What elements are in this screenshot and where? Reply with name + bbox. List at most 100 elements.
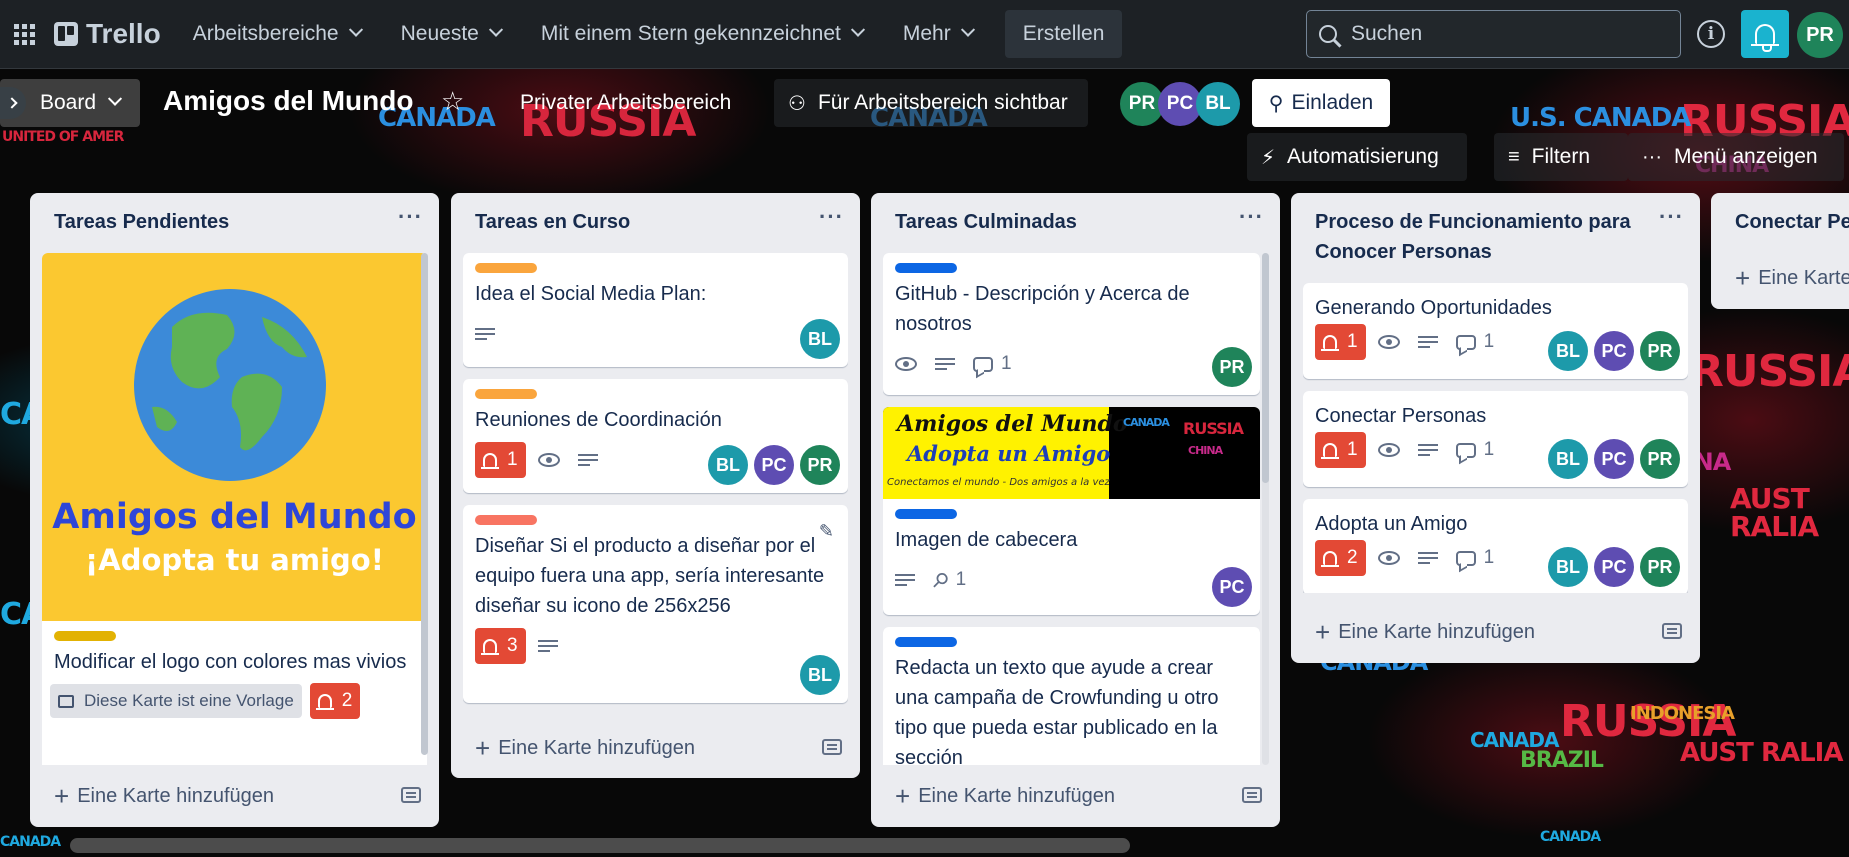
list-menu-icon[interactable]: ··· xyxy=(398,206,423,237)
account-avatar[interactable]: PR xyxy=(1797,12,1843,58)
list-title[interactable]: Tareas en Curso xyxy=(475,207,630,237)
list-proceso-funcionamiento: Proceso de Funcionamiento para Conocer P… xyxy=(1291,193,1700,663)
attachment-badge: ⚲ 1 xyxy=(927,567,966,593)
cover-subtitle: Adopta un Amigo xyxy=(907,441,1111,466)
eye-icon xyxy=(1377,335,1400,349)
list-menu-icon[interactable]: ··· xyxy=(1239,206,1264,237)
list-scrollbar[interactable] xyxy=(421,253,428,755)
list-title[interactable]: Conectar Personas xyxy=(1735,207,1849,237)
board-title[interactable]: Amigos del Mundo xyxy=(163,85,413,117)
card-title: Diseñar Si el producto a diseñar por el … xyxy=(475,535,825,617)
card-social-media-plan[interactable]: Idea el Social Media Plan: BL xyxy=(463,253,848,367)
card-label[interactable] xyxy=(54,631,116,641)
card-disenar-icono[interactable]: ✎ Diseñar Si el producto a diseñar por e… xyxy=(463,505,848,703)
bell-icon xyxy=(1321,335,1339,351)
card-conectar-personas[interactable]: Conectar Personas 1 1 BL PC PR xyxy=(1303,391,1688,487)
nav-more-menu[interactable]: Mehr xyxy=(889,10,987,58)
card-label[interactable] xyxy=(475,263,537,273)
card-title: Modificar el logo con colores mas vivios xyxy=(54,651,407,673)
member-avatar[interactable]: BL xyxy=(1196,82,1240,126)
member-avatar[interactable]: BL xyxy=(1548,331,1588,371)
add-card-button[interactable]: + Eine Karte hinzufügen xyxy=(895,781,1115,812)
plus-icon: + xyxy=(895,781,911,811)
info-icon[interactable]: i xyxy=(1697,20,1725,48)
chevron-down-icon xyxy=(107,91,123,106)
card-generando-oportunidades[interactable]: Generando Oportunidades 1 1 BL PC PR xyxy=(1303,283,1688,379)
card-template-icon[interactable] xyxy=(1242,787,1262,803)
list-title[interactable]: Tareas Pendientes xyxy=(54,207,229,237)
notifications-button[interactable] xyxy=(1741,10,1789,58)
add-card-button[interactable]: + Eine Karte hinzufügen xyxy=(475,733,695,764)
bg-word: CANADA xyxy=(1470,728,1559,752)
member-avatar[interactable]: BL xyxy=(800,319,840,359)
visibility-button[interactable]: ⚇ Für Arbeitsbereich sichtbar xyxy=(774,79,1088,127)
comment-count: 1 xyxy=(1001,353,1012,374)
search-input[interactable]: Suchen xyxy=(1306,10,1681,58)
add-card-label: Eine Karte hinzufügen xyxy=(498,737,695,759)
member-avatar[interactable]: PR xyxy=(800,445,840,485)
eye-icon xyxy=(1377,551,1400,565)
cover-subtitle: ¡Adopta tu amigo! xyxy=(85,543,384,577)
member-avatar[interactable]: PR xyxy=(1640,439,1680,479)
card-template-icon[interactable] xyxy=(1662,623,1682,639)
card-github[interactable]: GitHub - Descripción y Acerca de nosotro… xyxy=(883,253,1260,395)
member-avatar[interactable]: BL xyxy=(708,445,748,485)
add-card-label: Eine Karte hinzufügen xyxy=(1758,267,1849,289)
trello-logo-icon xyxy=(54,22,78,46)
member-avatar[interactable]: PR xyxy=(1212,347,1252,387)
filter-button[interactable]: ≡ Filtern xyxy=(1494,133,1628,181)
member-avatar[interactable]: PC xyxy=(754,445,794,485)
member-avatar[interactable]: PR xyxy=(1640,547,1680,587)
add-card-button[interactable]: + Eine Karte hinzufügen xyxy=(1735,263,1849,294)
list-title[interactable]: Tareas Culminadas xyxy=(895,207,1077,237)
card-adopta-un-amigo[interactable]: Adopta un Amigo 2 1 BL PC PR xyxy=(1303,499,1688,593)
invite-label: Einladen xyxy=(1291,91,1374,114)
nav-recent-menu[interactable]: Neueste xyxy=(387,10,515,58)
bg-word: INDONESIA xyxy=(1630,703,1735,724)
card-reuniones[interactable]: Reuniones de Coordinación 1 BL PC PR xyxy=(463,379,848,493)
card-label[interactable] xyxy=(895,263,957,273)
nav-starred-menu[interactable]: Mit einem Stern gekennzeichnet xyxy=(527,10,877,58)
card-modificar-logo[interactable]: Amigos del Mundo ¡Adopta tu amigo! Modif… xyxy=(42,253,427,765)
comment-badge: 1 xyxy=(1455,331,1494,353)
member-avatar[interactable]: PC xyxy=(1212,567,1252,607)
card-label[interactable] xyxy=(895,509,957,519)
trello-logo-text: Trello xyxy=(86,18,161,49)
card-label[interactable] xyxy=(475,389,537,399)
card-title: Reuniones de Coordinación xyxy=(475,409,722,431)
nav-workspaces-menu[interactable]: Arbeitsbereiche xyxy=(179,10,375,58)
card-crowfunding[interactable]: Redacta un texto que ayude a crear una c… xyxy=(883,627,1260,765)
star-icon[interactable]: ☆ xyxy=(441,86,464,117)
card-template-icon[interactable] xyxy=(401,787,421,803)
automation-button[interactable]: ⚡ Automatisierung xyxy=(1247,133,1467,181)
list-title[interactable]: Proceso de Funcionamiento para Conocer P… xyxy=(1315,207,1645,267)
trello-logo[interactable]: Trello xyxy=(54,18,161,50)
eye-icon xyxy=(895,357,917,371)
card-label[interactable] xyxy=(475,515,537,525)
board-horizontal-scrollbar[interactable] xyxy=(70,838,1130,853)
invite-button[interactable]: ⚲ Einladen xyxy=(1252,79,1390,127)
add-card-button[interactable]: + Eine Karte hinzufügen xyxy=(1315,617,1535,648)
member-avatar[interactable]: BL xyxy=(800,655,840,695)
member-avatar[interactable]: BL xyxy=(1548,547,1588,587)
card-cover-image: Amigos del Mundo ¡Adopta tu amigo! xyxy=(42,253,427,621)
member-avatar[interactable]: PC xyxy=(1594,439,1634,479)
card-template-icon[interactable] xyxy=(822,739,842,755)
list-menu-icon[interactable]: ··· xyxy=(819,206,844,237)
member-avatar[interactable]: PC xyxy=(1594,331,1634,371)
app-switcher-icon[interactable] xyxy=(4,14,44,54)
list-menu-icon[interactable]: ··· xyxy=(1659,206,1684,267)
member-avatar[interactable]: PC xyxy=(1594,547,1634,587)
nav-menu-label: Mit einem Stern gekennzeichnet xyxy=(540,22,841,45)
list-scrollbar[interactable] xyxy=(1262,253,1269,483)
add-card-button[interactable]: + Eine Karte hinzufügen xyxy=(54,781,274,812)
show-menu-button[interactable]: ··· Menü anzeigen xyxy=(1628,133,1844,181)
card-label[interactable] xyxy=(895,637,957,647)
card-title: Adopta un Amigo xyxy=(1315,513,1468,535)
workspace-button[interactable]: Privater Arbeitsbereich xyxy=(506,79,745,127)
member-avatar[interactable]: PR xyxy=(1640,331,1680,371)
edit-pencil-icon[interactable]: ✎ xyxy=(819,521,834,542)
card-imagen-cabecera[interactable]: Amigos del Mundo Adopta un Amigo Conecta… xyxy=(883,407,1260,615)
member-avatar[interactable]: BL xyxy=(1548,439,1588,479)
create-button[interactable]: Erstellen xyxy=(1004,10,1123,58)
